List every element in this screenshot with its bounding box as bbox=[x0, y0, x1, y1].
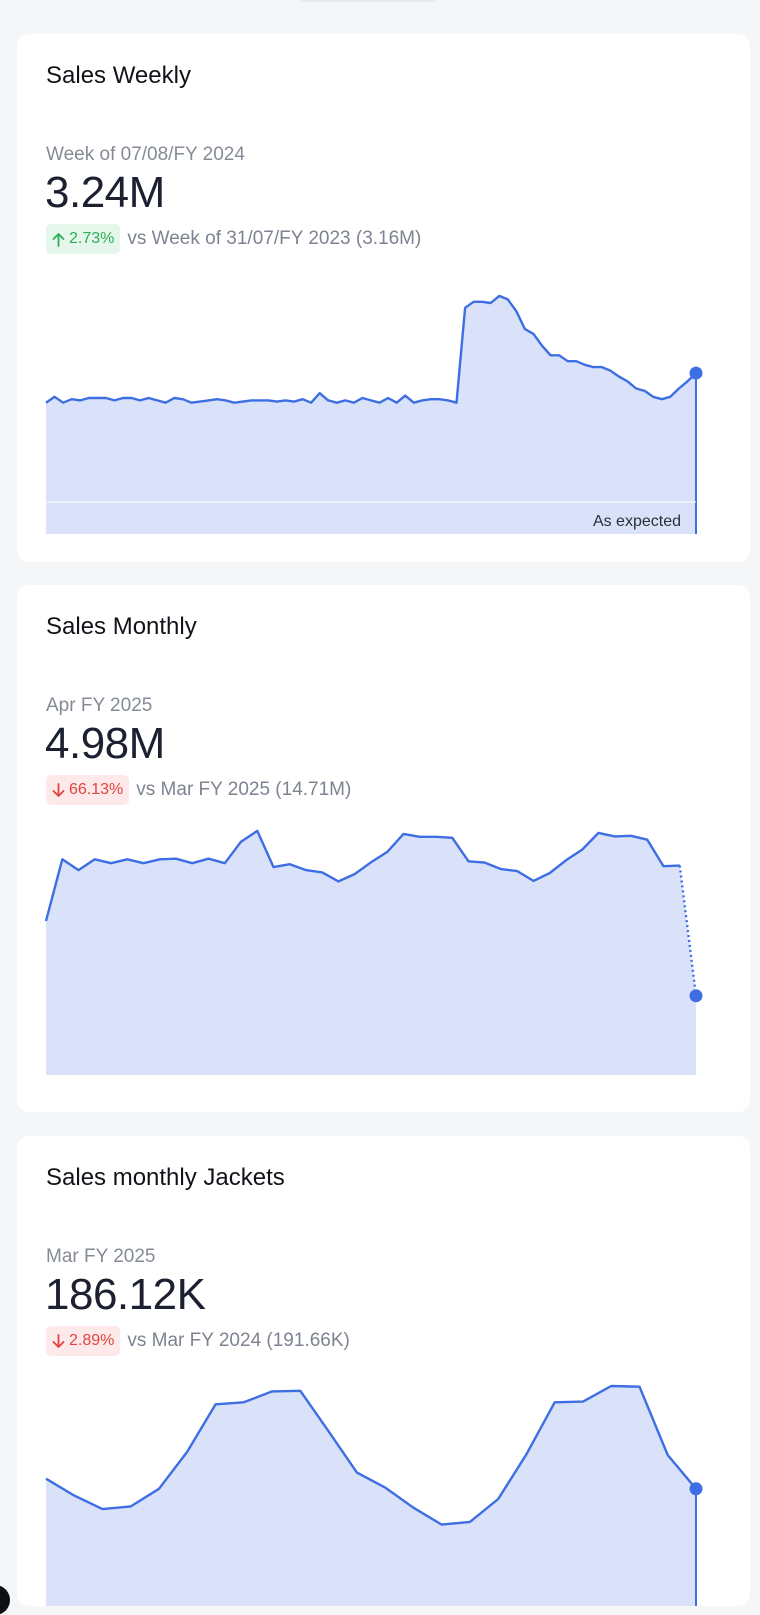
current-point[interactable] bbox=[689, 989, 703, 1003]
drag-handle[interactable] bbox=[300, 0, 436, 2]
current-point[interactable] bbox=[689, 366, 703, 380]
chart-area bbox=[46, 830, 696, 1075]
chart-area bbox=[46, 1386, 696, 1606]
metric-card-sales-monthly[interactable]: Sales Monthly Apr FY 2025 4.98M 66.13% v… bbox=[17, 585, 750, 1112]
chart-annotation: As expected bbox=[593, 513, 681, 530]
screen-corner bbox=[0, 1585, 10, 1615]
sparkline-chart[interactable] bbox=[17, 1136, 750, 1606]
current-point[interactable] bbox=[689, 1482, 703, 1496]
chart-area bbox=[46, 295, 696, 534]
metric-card-sales-weekly[interactable]: Sales Weekly Week of 07/08/FY 2024 3.24M… bbox=[17, 34, 750, 562]
sparkline-chart[interactable]: As expected bbox=[17, 34, 750, 562]
sparkline-chart[interactable] bbox=[17, 585, 750, 1112]
metric-card-sales-monthly-jackets[interactable]: Sales monthly Jackets Mar FY 2025 186.12… bbox=[17, 1136, 750, 1606]
